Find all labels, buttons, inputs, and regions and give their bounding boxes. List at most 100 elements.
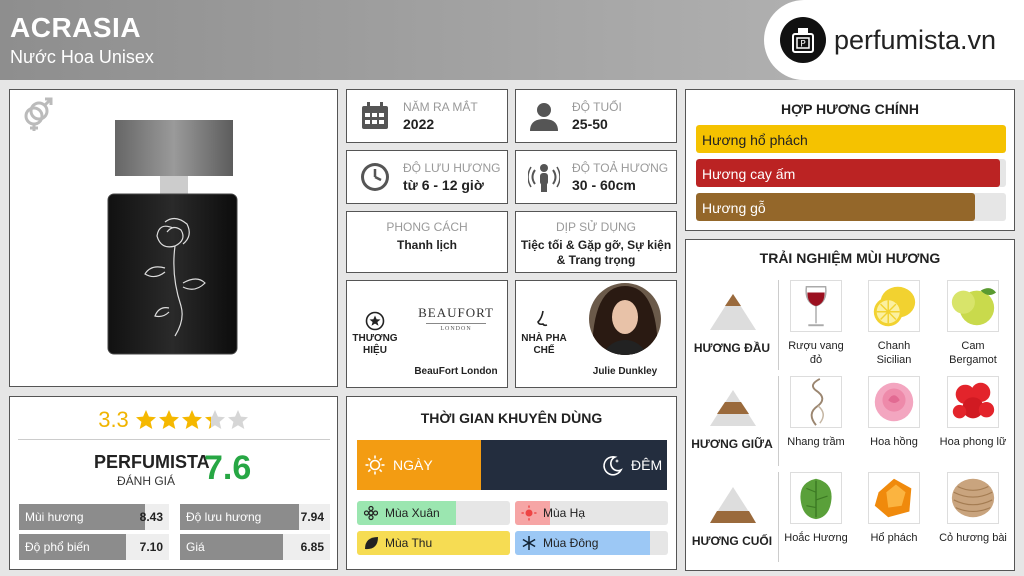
note-name: Hoắc Hương [784,532,848,544]
note-name: Nhang trầm [787,436,845,448]
season-summer: Mùa Hạ [515,501,668,525]
star-icon [158,410,179,429]
star-icon [135,410,156,429]
day-label: NGÀY [393,457,433,473]
recommended-time-panel: THỜI GIAN KHUYÊN DÙNG NGÀY ĐÊM Mùa Xuân … [346,396,677,570]
brand-logo-rule [426,323,486,324]
clock-icon [361,163,389,191]
rating-value: 3.3 [98,407,129,432]
perfumer-label: NHÀ PHA CHẾ [521,333,567,356]
user-icon [530,103,558,131]
perfume-bottle-image [107,120,238,355]
perfumer-name: Julie Dunkley [592,366,658,377]
info-value: Thanh lịch [397,238,457,252]
patchouli-icon [790,472,842,524]
note-name: Cỏ hương bài [939,532,1007,544]
info-value: Tiệc tối & Gặp gỡ, Sự kiện & Trang trọng [520,238,672,267]
vetiver-icon [947,472,999,524]
info-card-longevity: ĐỘ LƯU HƯƠNG từ 6 - 12 giờ [346,150,508,204]
snowflake-icon [522,536,536,550]
perfumista-score: 7.6 [204,449,252,487]
note-name: Hoa hồng [870,436,918,448]
amber-icon [868,472,920,524]
rating-divider [18,439,330,440]
brand-name: BeauFort London [414,366,498,377]
note-name: Rượu vang đỏ [788,340,844,366]
star-icon [227,410,248,429]
pyramid-middle-icon [710,390,756,426]
info-card-style: PHONG CÁCH Thanh lịch [346,211,508,273]
metric-longevity: Độ lưu hương 7.94 [180,504,330,530]
sun-icon [365,455,385,475]
site-logo[interactable]: P perfumista.vn [764,0,1024,80]
day-segment: NGÀY [357,440,481,490]
season-winter: Mùa Đông [515,531,668,555]
info-value: 25-50 [572,116,608,132]
info-card-occasion: DỊP SỬ DỤNG Tiệc tối & Gặp gỡ, Sự kiện &… [515,211,677,273]
info-label: NĂM RA MẮT [403,100,478,114]
bergamot-icon [947,280,999,332]
metric-price: Giá 6.85 [180,534,330,560]
accord-name: Hương cay ấm [702,166,796,182]
accord-name: Hương gỗ [702,200,766,216]
accords-title: HỢP HƯƠNG CHÍNH [781,101,919,117]
moon-icon [603,456,623,476]
unisex-gender-icon [24,97,53,131]
info-label: ĐỘ TOẢ HƯƠNG [572,161,669,175]
metric-name: Độ lưu hương [186,510,262,524]
metric-scent: Mùi hương 8.43 [19,504,169,530]
star-icon [181,410,202,429]
accord-warm-spicy: Hương cay ấm [696,159,1006,187]
rating-panel: 3.3 PERFUMISTA ĐÁNH GIÁ 7.6 Mùi hương 8.… [9,396,338,570]
metric-value: 7.94 [300,510,324,524]
star-badge-icon [365,311,385,331]
pyramid-top-icon [710,294,756,330]
metric-name: Mùi hương [25,510,84,524]
lemon-icon [868,280,920,332]
calendar-icon [362,102,388,129]
note-name: Chanh Sicilian [876,340,912,366]
incense-icon [790,376,842,428]
info-card-sillage: ĐỘ TOẢ HƯƠNG 30 - 60cm [515,150,677,204]
perfumer-card[interactable]: NHÀ PHA CHẾ Julie Dunkley [515,280,677,388]
brand-label: THƯƠNG HIỆU [352,333,398,356]
tier-divider [778,280,779,370]
metric-value: 8.43 [139,510,163,524]
info-value: 30 - 60cm [572,177,636,193]
main-accords-panel: HỢP HƯƠNG CHÍNH Hương hổ phách Hương cay… [685,89,1015,231]
metric-name: Giá [186,540,205,554]
leaf-icon [365,537,378,550]
nose-icon [537,310,548,327]
note-name: Hổ phách [870,532,918,544]
info-label: PHONG CÁCH [386,220,468,234]
tier-label: HƯƠNG GIỮA [691,437,773,451]
logo-text: perfumista.vn [834,24,997,55]
star-icon [204,410,225,429]
brand-logo-subtext: LONDON [440,326,472,332]
season-fill [357,531,510,555]
season-name: Mùa Đông [543,536,599,550]
info-card-year: NĂM RA MẮT 2022 [346,89,508,143]
metric-name: Độ phổ biến [25,540,90,554]
perfumer-photo [589,283,661,355]
brand-logo: BEAUFORT LONDON [403,281,509,356]
product-image-panel [9,89,338,387]
season-name: Mùa Thu [385,536,433,550]
rose-icon [868,376,920,428]
season-autumn: Mùa Thu [357,531,510,555]
logo-bottle-icon: P [780,17,826,63]
accord-amber: Hương hổ phách [696,125,1006,153]
flower-icon [363,505,379,521]
sillage-person-icon [528,164,560,192]
brand-logo-text: BEAUFORT [418,305,494,320]
brand-card[interactable]: THƯƠNG HIỆU BEAUFORT LONDON BeauFort Lon… [346,280,508,388]
season-name: Mùa Xuân [385,506,440,520]
metric-value: 7.10 [139,540,163,554]
notes-title: TRẢI NGHIỆM MÙI HƯƠNG [759,250,941,266]
perfume-subtitle: Nước Hoa Unisex [10,47,154,67]
geranium-icon [947,376,999,428]
accord-woody: Hương gỗ [696,193,1006,221]
sun-icon [521,505,537,521]
info-value: 2022 [403,116,435,132]
red-wine-icon [790,280,842,332]
